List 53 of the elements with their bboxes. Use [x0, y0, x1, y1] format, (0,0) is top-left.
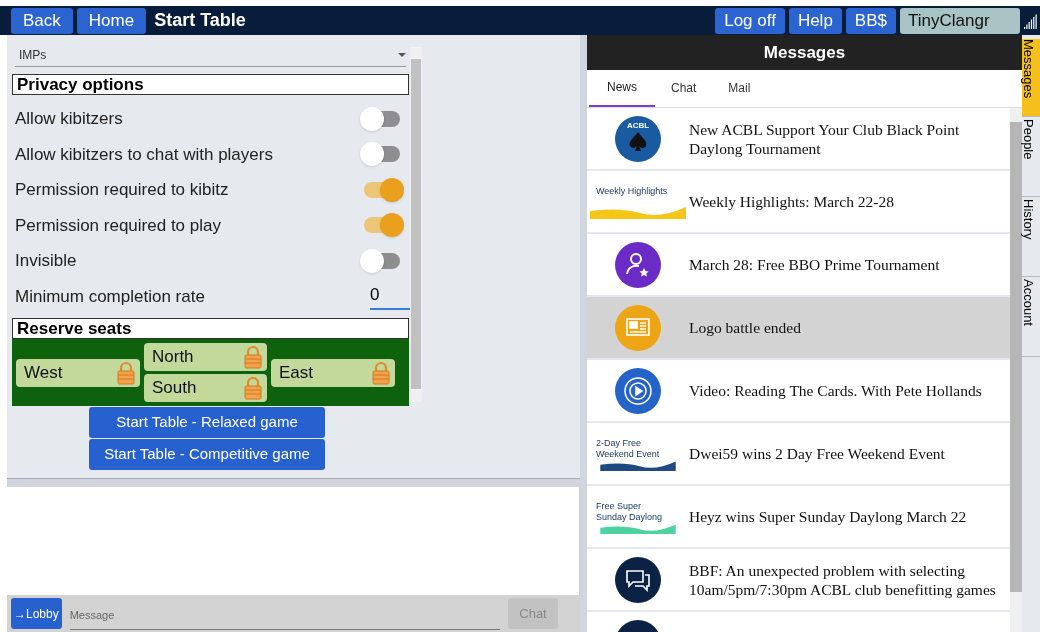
banner-text: Weekly Highlights — [596, 185, 669, 197]
page-title: Start Table — [154, 9, 246, 32]
lobby-button[interactable]: →Lobby — [11, 598, 62, 629]
username-label: TinyClangr — [900, 7, 1020, 34]
side-tab[interactable]: History — [1022, 199, 1040, 277]
seat-button[interactable]: South — [144, 374, 267, 402]
start-table-button[interactable]: Start Table - Relaxed game — [89, 407, 325, 438]
seat-button[interactable]: West — [16, 358, 140, 387]
banner-text: Free Super — [596, 500, 643, 512]
spade-logo: ACBL — [614, 114, 662, 163]
news-title: Heyz wins Super Sunday Daylong March 22 — [689, 507, 968, 526]
seat-button[interactable]: North — [144, 343, 267, 371]
news-title: Dwei59 wins 2 Day Free Weekend Event — [689, 444, 946, 463]
side-tab[interactable]: Account — [1022, 279, 1040, 357]
option-label: Allow kibitzers to chat with players — [15, 143, 273, 166]
banner-text: 2-Day Free — [596, 437, 642, 449]
banner-text: Weekend Event — [596, 448, 661, 460]
section-heading: Privacy options — [12, 74, 409, 95]
news-title: March 28: Free BBO Prime Tournament — [689, 255, 941, 274]
padlock-icon — [371, 360, 391, 385]
nav-button[interactable]: Help — [788, 7, 842, 34]
banner-text: Sunday Daylong — [596, 511, 664, 523]
seat-button[interactable]: East — [271, 358, 395, 387]
nav-button[interactable]: Back — [11, 7, 73, 34]
news-title: Logo battle ended — [689, 318, 802, 337]
news-title: BBF: An unexpected problem with selecting 10am/5pm/7:30pm ACBL club benefitting games — [689, 560, 997, 599]
option-label: Minimum completion rate — [15, 285, 205, 308]
side-tab[interactable]: Messages — [1022, 39, 1040, 117]
side-tab[interactable]: People — [1022, 119, 1040, 197]
nav-button[interactable]: Log off — [715, 7, 785, 34]
nav-button[interactable]: BB$ — [845, 7, 896, 34]
chat-input-bar[interactable]: →Lobby Message Chat — [7, 595, 580, 632]
signal-icon — [1024, 12, 1038, 29]
option-label: Permission required to kibitz — [15, 179, 229, 201]
messages-header: Messages — [587, 35, 1022, 70]
news-title: Weekly Highlights: March 22-28 — [689, 192, 895, 211]
option-label: Allow kibitzers — [15, 108, 123, 130]
padlock-icon — [116, 360, 136, 385]
news-title: New ACBL Support Your Club Black Point Daylong Tournament — [689, 119, 961, 158]
padlock-icon — [243, 345, 263, 369]
news-item[interactable]: Logo battle ended — [587, 297, 1010, 360]
padlock-icon — [243, 376, 263, 400]
message-field[interactable]: Message — [69, 601, 500, 630]
news-title: Video: Reading The Cards. With Pete Hollands — [689, 381, 983, 400]
start-table-button[interactable]: Start Table - Competitive game — [89, 439, 325, 470]
option-label: Invisible — [15, 250, 77, 272]
nav-button[interactable]: Home — [76, 7, 147, 34]
panel-tab[interactable]: Chat — [655, 69, 713, 107]
section-heading: Reserve seats — [12, 318, 409, 339]
option-label: Permission required to play — [15, 214, 221, 237]
caret-icon — [398, 52, 406, 57]
panel-tab[interactable]: Mail — [712, 69, 767, 107]
scoring-dropdown[interactable]: IMPs — [15, 43, 406, 67]
